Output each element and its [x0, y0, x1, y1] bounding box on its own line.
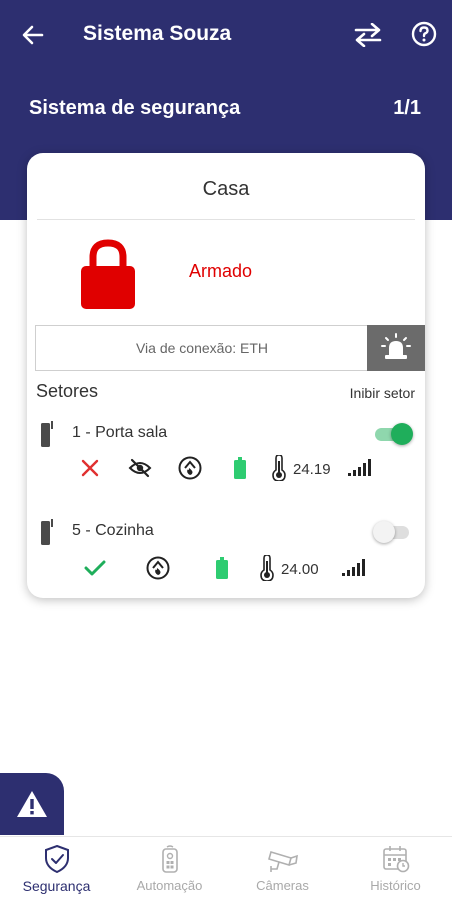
top-bar: Sistema Souza — [0, 0, 452, 70]
temperature-value: 24.00 — [281, 561, 319, 578]
eye-off-icon — [127, 457, 153, 479]
nav-label: Câmeras — [256, 878, 309, 893]
zone-toggle[interactable] — [373, 519, 413, 545]
app-title: Sistema Souza — [83, 22, 232, 45]
battery-icon — [215, 556, 229, 580]
toggle-thumb — [391, 423, 413, 445]
section-title: Sistema de segurança — [29, 97, 241, 119]
swap-icon — [354, 23, 382, 47]
help-button[interactable] — [409, 19, 439, 49]
arm-status: Armado — [189, 261, 253, 281]
inhibit-sector-button[interactable]: Inibir setor — [350, 385, 415, 401]
door-sensor-icon — [41, 519, 53, 545]
sectors-label: Setores — [36, 381, 99, 401]
signal-icon — [347, 457, 375, 477]
panel-title: Casa — [202, 178, 250, 200]
security-panel-card: Casa Armado Via de conexão: ETH Setores … — [27, 153, 425, 598]
thermometer-icon — [259, 554, 275, 582]
fire-icon — [177, 455, 203, 481]
siren-icon — [381, 333, 411, 359]
x-icon — [79, 457, 101, 479]
zone-name: 5 - Cozinha — [72, 522, 154, 539]
switch-system-button[interactable] — [352, 20, 384, 50]
nav-tab-historico[interactable]: Histórico — [339, 837, 452, 900]
camera-icon — [226, 845, 339, 873]
calendar-icon — [339, 845, 452, 873]
page-indicator: 1/1 — [393, 97, 421, 119]
nav-label: Histórico — [370, 878, 421, 893]
warning-icon — [17, 791, 47, 817]
door-sensor-icon — [41, 421, 53, 447]
connection-row: Via de conexão: ETH — [35, 325, 425, 371]
signal-icon — [341, 557, 369, 577]
toggle-thumb — [373, 521, 395, 543]
help-icon — [411, 21, 437, 47]
nav-tab-cameras[interactable]: Câmeras — [226, 837, 339, 900]
zone-toggle[interactable] — [373, 421, 413, 447]
nav-tab-automacao[interactable]: Automação — [113, 837, 226, 900]
battery-icon — [233, 456, 247, 480]
back-button[interactable] — [18, 20, 48, 50]
bottom-navigation: Segurança Automação Câmeras Histórico — [0, 836, 452, 900]
temperature-value: 24.19 — [293, 461, 331, 478]
thermometer-icon — [271, 454, 287, 482]
nav-label: Segurança — [22, 878, 91, 894]
panic-alert-button[interactable] — [0, 773, 64, 835]
shield-check-icon — [0, 845, 113, 873]
nav-label: Automação — [136, 878, 203, 893]
siren-button[interactable] — [367, 325, 425, 371]
fire-icon — [145, 555, 171, 581]
zone-row: 5 - Cozinha 24.00 — [27, 519, 425, 599]
zone-row: 1 - Porta sala 24.19 — [27, 421, 425, 501]
divider — [37, 219, 415, 220]
arrow-left-icon — [22, 25, 44, 45]
check-icon — [83, 557, 107, 579]
lock-icon[interactable] — [81, 237, 135, 309]
remote-icon — [113, 845, 226, 873]
zone-name: 1 - Porta sala — [72, 424, 168, 441]
nav-tab-seguranca[interactable]: Segurança — [0, 837, 113, 900]
connection-text: Via de conexão: ETH — [135, 340, 269, 356]
